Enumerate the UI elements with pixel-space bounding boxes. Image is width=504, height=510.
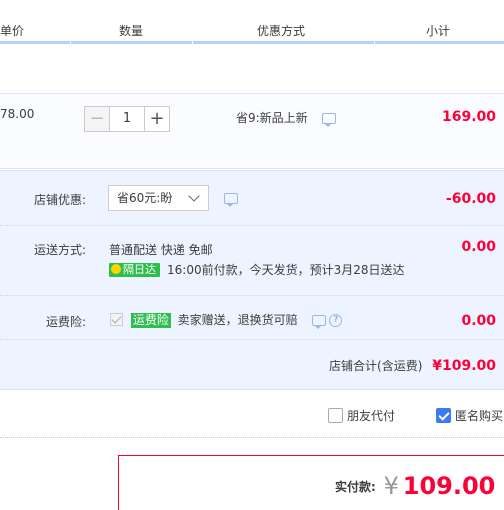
unit-price: 78.00	[0, 107, 35, 121]
order-options: 朋友代付 匿名购买	[0, 390, 504, 438]
coupon-value: 省60元:盼	[117, 191, 173, 205]
increase-button[interactable]: +	[144, 106, 170, 132]
insurance-label: 运费险:	[45, 315, 86, 329]
anonymous-option[interactable]: 匿名购买	[436, 407, 503, 424]
next-day-badge: 隔日达	[109, 263, 160, 277]
col-quantity: 数量	[119, 24, 144, 38]
item-row: 78.00 − 1 + 省9:新品上新 169.00	[0, 93, 504, 169]
lightning-icon	[111, 264, 121, 274]
col-discount: 优惠方式	[257, 24, 306, 38]
decrease-button[interactable]: −	[84, 106, 110, 132]
shipping-note: 16:00前付款，今天发货，预计3月28日送达	[167, 263, 405, 277]
anonymous-label: 匿名购买	[455, 409, 504, 423]
anonymous-checkbox[interactable]	[436, 408, 451, 423]
col-unit-price: 单价	[0, 24, 25, 38]
chat-icon[interactable]	[311, 315, 326, 329]
store-panel: 店铺优惠: 省60元:盼 -60.00 运送方式: 普通配送 快递 免邮 隔日达…	[0, 170, 504, 390]
payment-summary: 实付款: ¥ 109.00	[335, 472, 495, 500]
shipping-method: 普通配送 快递 免邮	[109, 243, 213, 257]
payment-label: 实付款:	[335, 480, 376, 494]
insurance-checkbox	[110, 313, 123, 326]
store-total-label: 店铺合计(含运费)	[329, 359, 423, 373]
item-subtotal: 169.00	[441, 109, 496, 125]
payment-currency: ¥	[383, 472, 399, 500]
promo-text: 省9:新品上新	[236, 111, 308, 125]
insurance-note: 卖家赠送，退换货可赔	[177, 313, 298, 327]
store-total-amount: ¥109.00	[432, 358, 496, 374]
payment-amount: 109.00	[402, 472, 496, 500]
coupon-label: 店铺优惠:	[33, 193, 86, 207]
chevron-down-icon	[188, 190, 200, 202]
insurance-amount: 0.00	[461, 313, 496, 329]
coupon-select[interactable]: 省60元:盼	[108, 185, 209, 211]
chat-icon[interactable]	[321, 113, 336, 127]
help-icon[interactable]: ?	[329, 314, 343, 327]
friend-pay-checkbox[interactable]	[328, 408, 343, 423]
friend-pay-label: 朋友代付	[347, 409, 396, 423]
shipping-label: 运送方式:	[33, 243, 86, 257]
insurance-badge: 运费险	[130, 313, 171, 328]
table-header: 单价 数量 优惠方式 小计	[0, 0, 504, 44]
friend-pay-option[interactable]: 朋友代付	[328, 407, 395, 424]
insurance-row: 运费险 卖家赠送，退换货可赔 ?	[110, 311, 343, 329]
quantity-input[interactable]: 1	[110, 106, 144, 132]
next-day-badge-text: 隔日达	[123, 263, 156, 276]
chat-icon[interactable]	[224, 193, 238, 207]
quantity-stepper: − 1 +	[84, 106, 170, 132]
promo: 省9:新品上新	[236, 109, 336, 127]
col-subtotal: 小计	[426, 24, 451, 38]
coupon-amount: -60.00	[445, 191, 496, 207]
store-total: 店铺合计(含运费) ¥109.00	[329, 357, 496, 374]
shipping-amount: 0.00	[461, 239, 496, 255]
payment-box: 实付款: ¥ 109.00	[118, 455, 504, 510]
